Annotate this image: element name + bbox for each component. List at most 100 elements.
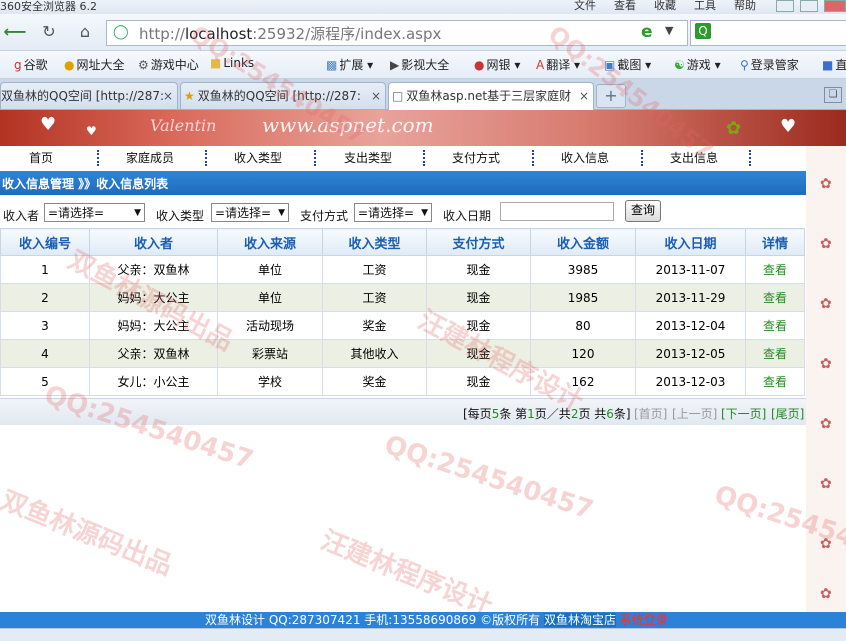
system-login-link[interactable]: 系统登录 — [620, 613, 668, 627]
col-source: 收入来源 — [217, 228, 323, 256]
flower-icon: ✿ — [820, 536, 832, 552]
nav-separator — [97, 150, 99, 166]
bookmark-site-nav[interactable]: ● 网址大全 — [64, 56, 125, 73]
maximize-button[interactable] — [800, 0, 818, 12]
restore-icon[interactable]: ❏ — [824, 87, 842, 103]
cell-id: 4 — [0, 339, 90, 368]
close-tab-icon[interactable]: × — [579, 83, 589, 109]
page-icon: □ — [392, 89, 404, 103]
cell-receiver: 父亲：双鱼林 — [89, 255, 218, 284]
payment-method-select[interactable]: =请选择= ▼ — [354, 203, 432, 222]
bookmark-screenshot[interactable]: ▣ 截图 ▾ — [604, 56, 651, 73]
browser-status-bar — [0, 628, 846, 641]
bookmark-login-manager[interactable]: ⚲ 登录管家 — [740, 56, 799, 73]
income-table: 收入编号 收入者 收入来源 收入类型 支付方式 收入金额 收入日期 详情 1 父… — [0, 228, 805, 396]
query-button[interactable]: 查询 — [625, 200, 661, 222]
close-tab-icon[interactable]: × — [371, 83, 381, 109]
menu-favorites[interactable]: 收藏 — [654, 0, 676, 13]
cell-source: 学校 — [217, 367, 323, 396]
nav-expense-types[interactable]: 支出类型 — [344, 149, 392, 166]
chevron-down-icon: ▼ — [421, 208, 428, 218]
cell-id: 5 — [0, 367, 90, 396]
nav-payment-methods[interactable]: 支付方式 — [452, 149, 500, 166]
bookmark-links[interactable]: ■ Links — [210, 56, 254, 70]
minimize-button[interactable] — [776, 0, 794, 12]
view-details-link[interactable]: 查看 — [745, 367, 805, 396]
pager-bar: [每页5条 第1页／共2页 共6条] [首页] [上一页] [下一页] [尾页] — [0, 398, 806, 425]
cell-date: 2013-11-07 — [635, 255, 746, 284]
cell-type: 工资 — [322, 283, 427, 312]
table-row: 4 父亲：双鱼林 彩票站 其他收入 现金 120 2013-12-05 查看 — [0, 339, 805, 368]
menu-tools[interactable]: 工具 — [694, 0, 716, 13]
bookmark-video[interactable]: ▶ 影视大全 — [390, 56, 449, 73]
view-details-link[interactable]: 查看 — [745, 283, 805, 312]
first-page-link[interactable]: [首页] — [634, 405, 667, 422]
menu-view[interactable]: 查看 — [614, 0, 636, 13]
chevron-down-icon[interactable]: ▼ — [665, 24, 673, 37]
income-type-select[interactable]: =请选择= ▼ — [211, 203, 289, 222]
new-tab-button[interactable]: + — [596, 84, 626, 108]
tab-qq-space-2[interactable]: ★ 双鱼林的QQ空间 [http://287: × — [180, 82, 386, 109]
watermark: 双鱼林源码出品 — [0, 485, 177, 582]
taobao-shop-link[interactable]: 双鱼林淘宝店 — [543, 613, 616, 627]
menu-file[interactable]: 文件 — [574, 0, 596, 13]
bookmark-google[interactable]: g 谷歌 — [14, 56, 48, 73]
search-input[interactable]: Q — [690, 20, 846, 46]
nav-income-info[interactable]: 收入信息 — [561, 149, 609, 166]
search-engine-icon[interactable]: Q — [695, 23, 711, 39]
bookmark-extensions[interactable]: ▩ 扩展 ▾ — [326, 56, 373, 73]
income-date-input[interactable] — [500, 202, 614, 221]
tab-current-page[interactable]: □ 双鱼林asp.net基于三层家庭财 × — [388, 82, 594, 110]
prev-page-link[interactable]: [上一页] — [672, 405, 717, 422]
nav-family-members[interactable]: 家庭成员 — [126, 149, 174, 166]
home-icon[interactable]: ⌂ — [72, 20, 98, 44]
table-header-row: 收入编号 收入者 收入来源 收入类型 支付方式 收入金额 收入日期 详情 — [0, 228, 805, 256]
view-details-link[interactable]: 查看 — [745, 255, 805, 284]
heart-icon: ♥ — [86, 124, 97, 138]
next-page-link[interactable]: [下一页] — [721, 405, 766, 422]
menu-help[interactable]: 帮助 — [734, 0, 756, 13]
bookmark-bank[interactable]: ● 网银 ▾ — [474, 56, 520, 73]
nav-home[interactable]: 首页 — [29, 149, 53, 166]
folder-icon: ■ — [210, 56, 222, 70]
nav-income-types[interactable]: 收入类型 — [234, 149, 282, 166]
cell-source: 活动现场 — [217, 311, 323, 340]
site-logo: www.aspnet.com — [262, 113, 434, 137]
receiver-select[interactable]: =请选择= ▼ — [44, 203, 145, 222]
reload-icon[interactable]: ↻ — [36, 20, 62, 44]
nav-expense-info[interactable]: 支出信息 — [670, 149, 718, 166]
key-icon: ⚲ — [740, 58, 749, 72]
bookmark-translate[interactable]: A 翻译 ▾ — [536, 56, 580, 73]
video-icon: ▶ — [390, 58, 400, 72]
security-shield-icon[interactable]: ◯ — [113, 24, 129, 40]
nav-separator — [641, 150, 643, 166]
gamepad-icon: ⚙ — [138, 58, 149, 72]
view-details-link[interactable]: 查看 — [745, 339, 805, 368]
flower-icon: ✿ — [820, 236, 832, 252]
bookmarks-bar: g 谷歌 ● 网址大全 ⚙ 游戏中心 ■ Links ▩ 扩展 ▾ ▶ 影视大全 ● 网银 ▾… — [0, 51, 846, 79]
flower-icon: ✿ — [820, 176, 832, 192]
url-input[interactable]: ◯ http://localhost:25932/源程序/index.aspx … — [106, 20, 688, 46]
cell-date: 2013-12-04 — [635, 311, 746, 340]
bookmark-game-center[interactable]: ⚙ 游戏中心 — [138, 56, 199, 73]
back-arrow-icon[interactable]: ⟵ — [2, 20, 28, 44]
url-text[interactable]: http://localhost:25932/源程序/index.aspx — [139, 23, 441, 44]
income-date-label: 收入日期 — [443, 209, 492, 223]
banner-valentine-text: Valentin — [150, 116, 217, 135]
cell-amount: 3985 — [530, 255, 636, 284]
cell-type: 奖金 — [322, 311, 427, 340]
cell-receiver: 父亲：双鱼林 — [89, 339, 218, 368]
col-receiver: 收入者 — [89, 228, 218, 256]
bookmark-direct[interactable]: ■ 直 — [822, 56, 846, 73]
last-page-link[interactable]: [尾页] — [771, 405, 804, 422]
tab-qq-space-1[interactable]: 双鱼林的QQ空间 [http://287: × — [0, 82, 178, 109]
view-details-link[interactable]: 查看 — [745, 311, 805, 340]
close-window-button[interactable] — [824, 0, 846, 12]
bookmark-game[interactable]: ☯ 游戏 ▾ — [674, 56, 721, 73]
ie-mode-icon[interactable]: e — [641, 22, 653, 42]
close-tab-icon[interactable]: × — [163, 83, 173, 109]
star-icon: ★ — [184, 89, 195, 103]
col-income-id: 收入编号 — [0, 228, 90, 256]
chevron-down-icon: ▼ — [134, 208, 141, 218]
heart-icon: ♥ — [780, 116, 797, 137]
